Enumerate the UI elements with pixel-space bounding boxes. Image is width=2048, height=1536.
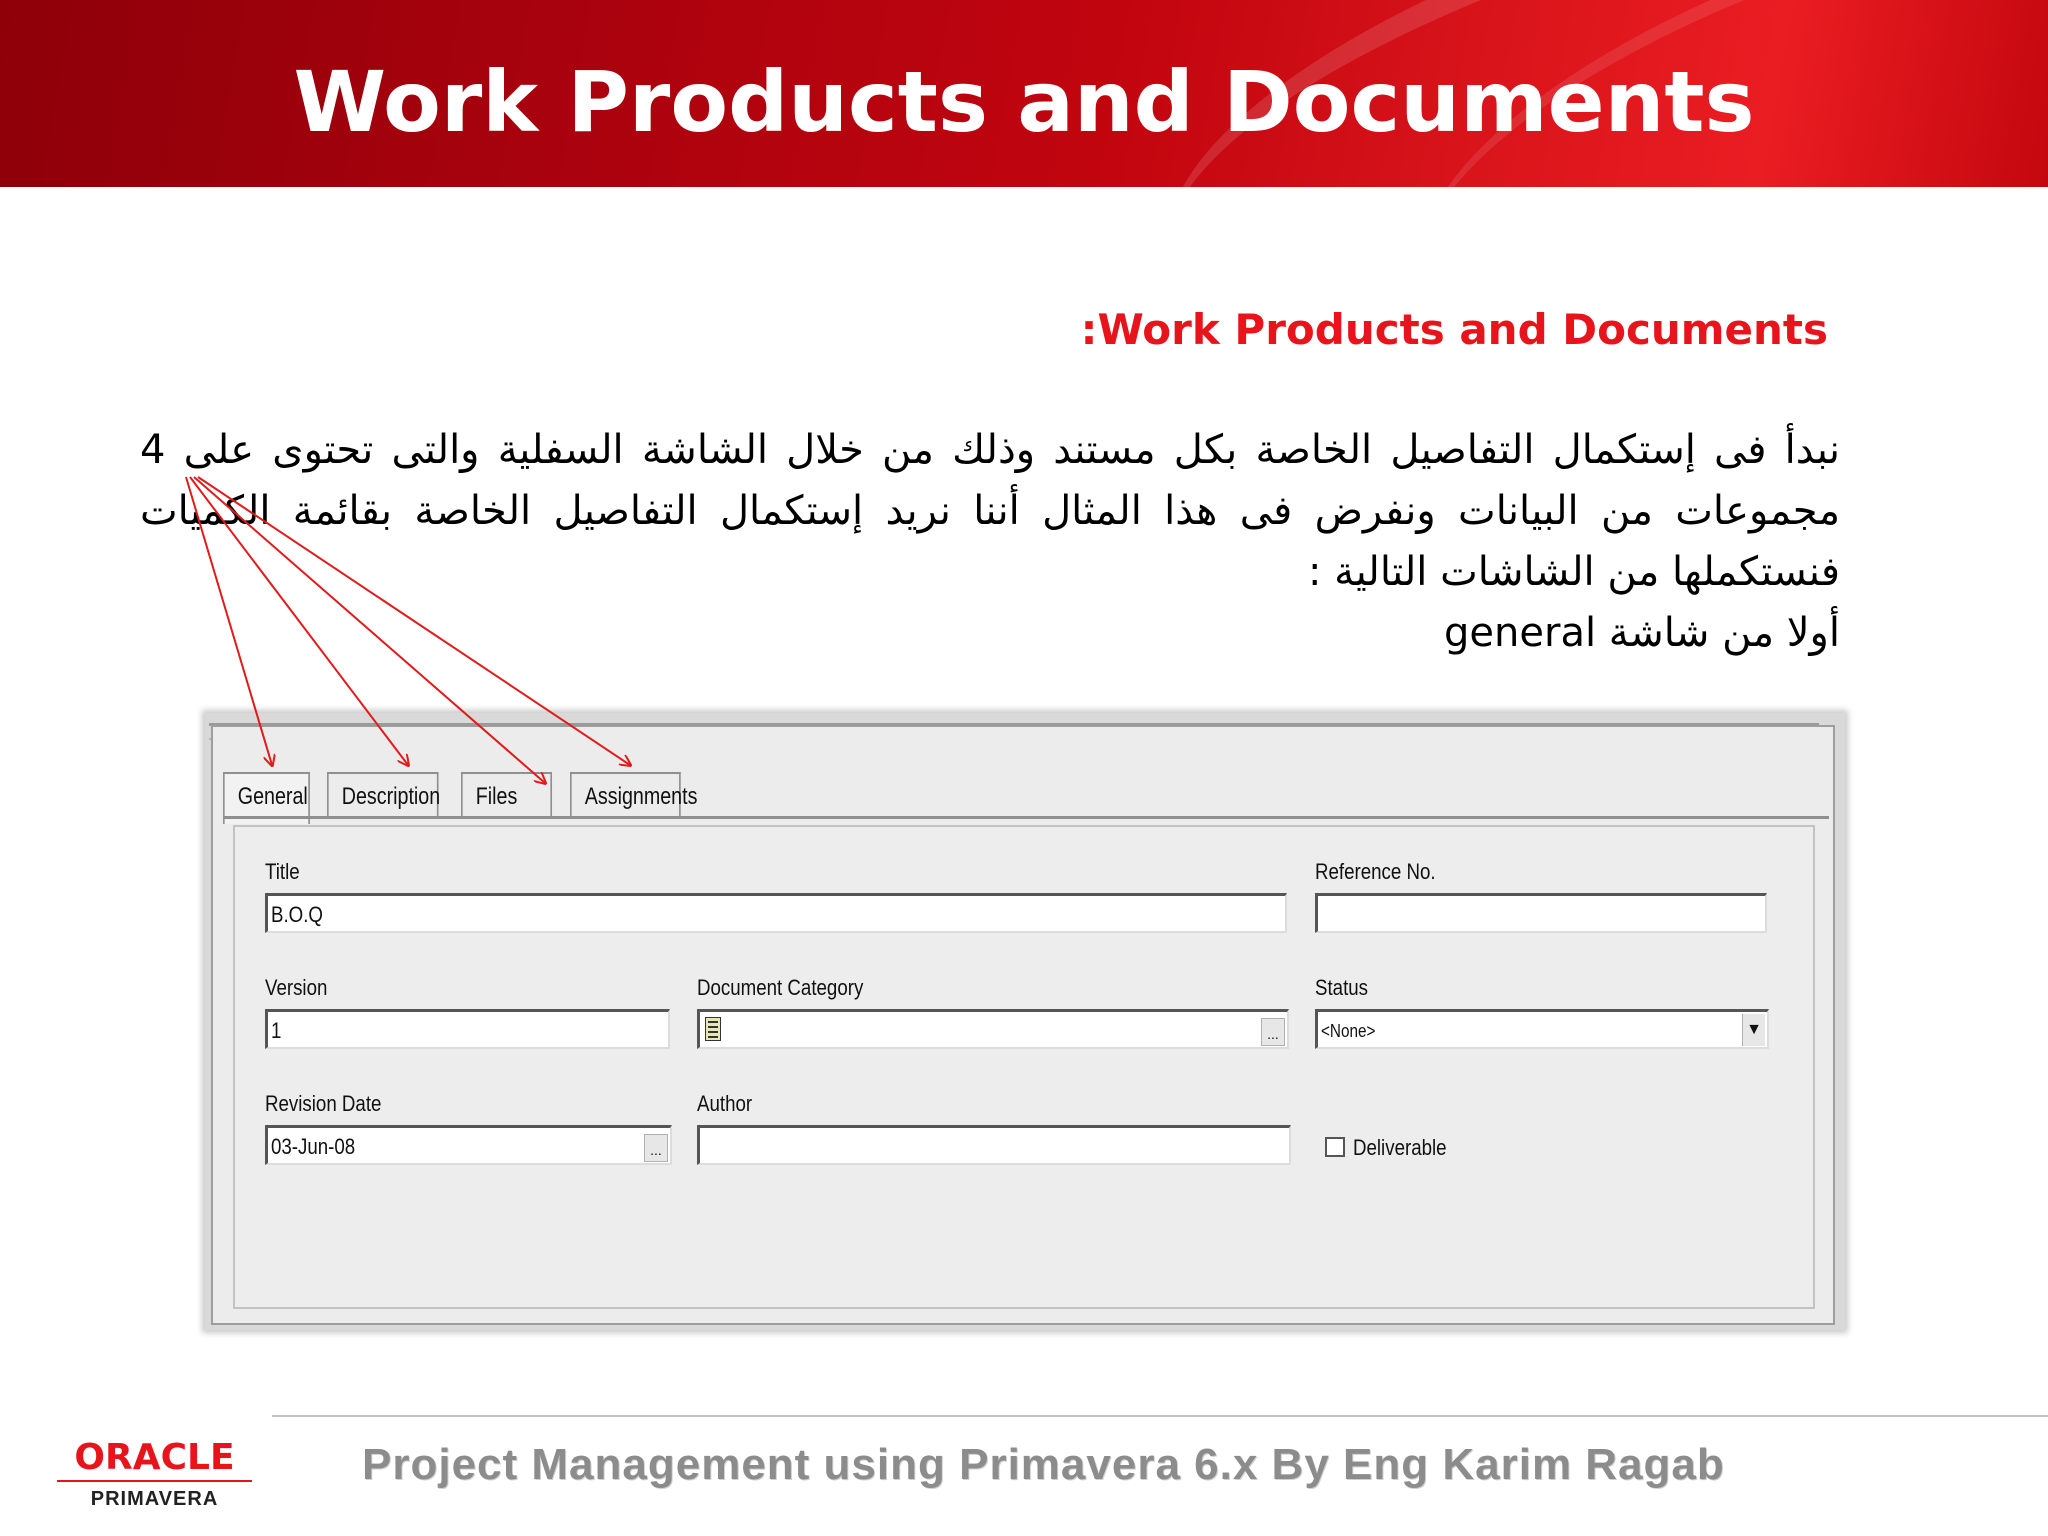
revision-date-value: 03-Jun-08 xyxy=(271,1134,356,1159)
description-line-3: فنستكملها من الشاشات التالية : xyxy=(1307,549,1840,595)
version-value: 1 xyxy=(271,1018,282,1043)
deliverable-checkbox[interactable] xyxy=(1325,1137,1345,1157)
details-frame: General Description Files Assignments Ti… xyxy=(211,725,1835,1325)
title-field[interactable]: B.O.Q xyxy=(265,893,1287,933)
revision-date-field[interactable]: 03-Jun-08 ... xyxy=(265,1125,672,1165)
title-label: Title xyxy=(265,859,300,884)
footer-divider xyxy=(272,1415,2048,1417)
slide-title: Work Products and Documents xyxy=(293,53,1755,151)
description-line-2: مجموعات من البيانات ونفرض فى هذا المثال … xyxy=(140,488,1840,534)
revision-date-label: Revision Date xyxy=(265,1091,382,1116)
tab-assignments[interactable]: Assignments xyxy=(570,772,697,818)
title-banner: Work Products and Documents xyxy=(0,0,2048,187)
arabic-description: نبدأ فى إستكمال التفاصيل الخاصة بكل مستن… xyxy=(140,420,1840,664)
category-field[interactable]: ... xyxy=(697,1009,1289,1049)
author-label: Author xyxy=(697,1091,753,1116)
logo-oracle-text: ORACLE xyxy=(74,1437,235,1478)
footer-caption: Project Management using Primavera 6.x B… xyxy=(362,1440,1725,1489)
general-tab-content: Title B.O.Q Reference No. Version 1 Docu… xyxy=(233,825,1815,1309)
date-picker-button[interactable]: ... xyxy=(644,1134,668,1162)
tab-files[interactable]: Files xyxy=(461,772,553,818)
chevron-down-icon[interactable]: ▼ xyxy=(1742,1014,1765,1046)
description-line-1: نبدأ فى إستكمال التفاصيل الخاصة بكل مستن… xyxy=(140,427,1840,473)
status-label: Status xyxy=(1315,975,1369,1000)
oracle-primavera-logo: ORACLE PRIMAVERA xyxy=(57,1438,252,1511)
version-label: Version xyxy=(265,975,328,1000)
status-select[interactable]: <None> ▼ xyxy=(1315,1009,1769,1049)
logo-primavera-text: PRIMAVERA xyxy=(90,1488,219,1510)
category-browse-button[interactable]: ... xyxy=(1261,1018,1285,1046)
reference-label: Reference No. xyxy=(1315,859,1436,884)
title-value: B.O.Q xyxy=(271,902,323,927)
logo-rule xyxy=(57,1480,252,1482)
document-icon xyxy=(705,1017,721,1041)
tab-description[interactable]: Description xyxy=(327,772,440,818)
document-details-panel: General Description Files Assignments Ti… xyxy=(205,713,1845,1330)
version-field[interactable]: 1 xyxy=(265,1009,670,1049)
tab-baseline xyxy=(223,816,1829,819)
description-line-4: أولا من شاشة general xyxy=(1444,610,1840,656)
slide-subtitle: :Work Products and Documents xyxy=(1080,305,1828,354)
status-value: <None> xyxy=(1321,1021,1376,1041)
deliverable-label: Deliverable xyxy=(1353,1135,1447,1160)
tab-strip: General Description Files Assignments xyxy=(223,772,703,824)
reference-field[interactable] xyxy=(1315,893,1767,933)
author-field[interactable] xyxy=(697,1125,1291,1165)
category-label: Document Category xyxy=(697,975,864,1000)
